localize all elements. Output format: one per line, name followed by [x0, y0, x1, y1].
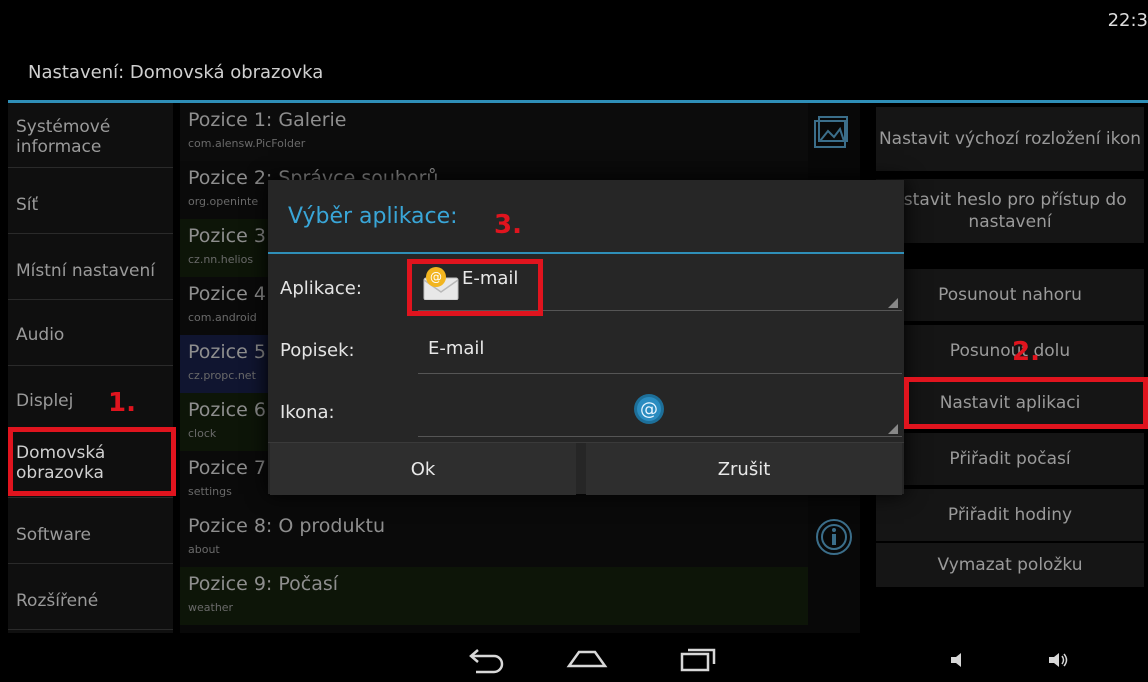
- set-default-layout-button[interactable]: Nastavit výchozí rozložení ikon: [876, 107, 1144, 171]
- position-package: cz.propc.net: [188, 369, 256, 382]
- desc-label: Popisek:: [280, 340, 355, 361]
- position-package: about: [188, 543, 220, 556]
- sidebar-item-advanced[interactable]: Rozšířené: [8, 565, 173, 630]
- sidebar-item-label: Displej: [16, 391, 74, 411]
- dropdown-corner-icon: [888, 298, 898, 308]
- annotation-box-home-screen: [8, 427, 176, 496]
- annotation-box-app-value: [407, 259, 543, 316]
- system-nav-bar: [0, 638, 1148, 682]
- cancel-button[interactable]: Zrušit: [586, 443, 902, 495]
- sidebar-item-label: Rozšířené: [16, 591, 99, 611]
- position-name: Pozice 5: [188, 341, 266, 363]
- ok-button[interactable]: Ok: [270, 443, 576, 495]
- position-package: settings: [188, 485, 232, 498]
- gallery-icon: [814, 116, 848, 148]
- position-package: cz.nn.helios: [188, 253, 254, 266]
- sidebar-item-label: Systémové informace: [16, 117, 111, 157]
- recent-apps-icon[interactable]: [676, 644, 720, 674]
- assign-clock-button[interactable]: Přiřadit hodiny: [876, 489, 1144, 541]
- assign-weather-button[interactable]: Přiřadit počasí: [876, 433, 1144, 485]
- set-password-button[interactable]: astavit heslo pro přístup do nastavení: [876, 179, 1144, 243]
- annotation-step-1: 1.: [108, 388, 136, 418]
- sidebar-item-label: Síť: [16, 195, 39, 215]
- annotation-step-2: 2.: [1012, 337, 1040, 367]
- back-icon[interactable]: [464, 646, 504, 674]
- position-name: Pozice 3: [188, 225, 266, 247]
- volume-up-icon[interactable]: [1046, 650, 1070, 670]
- home-icon[interactable]: [565, 646, 609, 674]
- desc-input[interactable]: E-mail: [418, 330, 902, 374]
- desc-input-value: E-mail: [428, 338, 485, 359]
- field-underline: [418, 373, 902, 374]
- actions-panel: Nastavit výchozí rozložení ikon astavit …: [870, 103, 1148, 633]
- position-package: weather: [188, 601, 234, 614]
- field-underline: [418, 436, 902, 437]
- sidebar-item-system-info[interactable]: Systémové informace: [8, 103, 173, 168]
- position-name: Pozice 4: [188, 283, 266, 305]
- move-up-button[interactable]: Posunout nahoru: [876, 269, 1144, 321]
- position-package: com.alensw.PicFolder: [188, 137, 306, 150]
- icon-label: Ikona:: [280, 402, 335, 423]
- delete-item-button[interactable]: Vymazat položku: [876, 543, 1144, 587]
- sidebar: Systémové informace Síť Místní nastavení…: [8, 103, 173, 633]
- position-name: Pozice 9: Počasí: [188, 573, 339, 595]
- position-name: Pozice 7: [188, 457, 266, 479]
- sidebar-item-audio[interactable]: Audio: [8, 301, 173, 366]
- sidebar-item-label: Audio: [16, 325, 65, 345]
- volume-down-icon[interactable]: [948, 650, 968, 670]
- position-package: org.openinte: [188, 195, 259, 208]
- dialog-buttons: Ok Zrušit: [268, 442, 904, 495]
- svg-text:@: @: [640, 399, 658, 420]
- position-package: clock: [188, 427, 217, 440]
- position-package: com.android: [188, 311, 257, 324]
- list-item[interactable]: Pozice 8: O produktu about: [180, 509, 852, 567]
- sidebar-item-label: Místní nastavení: [16, 261, 155, 281]
- dialog-title: Výběr aplikace:: [288, 204, 458, 229]
- sidebar-item-label: Software: [16, 525, 91, 545]
- sidebar-item-software[interactable]: Software: [8, 499, 173, 564]
- annotation-box-set-app: [904, 377, 1148, 429]
- icon-select[interactable]: @: [418, 386, 902, 436]
- move-down-button[interactable]: Posunout dolu: [876, 325, 1144, 377]
- list-item[interactable]: Pozice 9: Počasí weather: [180, 567, 808, 625]
- sidebar-item-display[interactable]: Displej: [8, 367, 173, 432]
- position-name: Pozice 8: O produktu: [188, 515, 386, 537]
- annotation-step-3: 3.: [494, 210, 522, 240]
- sidebar-item-network[interactable]: Síť: [8, 169, 173, 234]
- status-bar: [0, 0, 1148, 44]
- app-label: Aplikace:: [280, 278, 362, 299]
- position-name: Pozice 1: Galerie: [188, 109, 347, 131]
- position-name: Pozice 6: [188, 399, 266, 421]
- dialog-divider: [268, 252, 904, 254]
- page-title: Nastavení: Domovská obrazovka: [28, 62, 324, 83]
- info-icon: [816, 519, 852, 555]
- app-select-dialog: Výběr aplikace: Aplikace: @ E-mail Popis…: [268, 180, 904, 495]
- status-clock: 22:3: [1107, 10, 1148, 31]
- sidebar-item-locale[interactable]: Místní nastavení: [8, 235, 173, 300]
- dropdown-corner-icon: [888, 424, 898, 434]
- list-item[interactable]: Pozice 1: Galerie com.alensw.PicFolder: [180, 103, 848, 161]
- email-at-icon: @: [634, 394, 664, 424]
